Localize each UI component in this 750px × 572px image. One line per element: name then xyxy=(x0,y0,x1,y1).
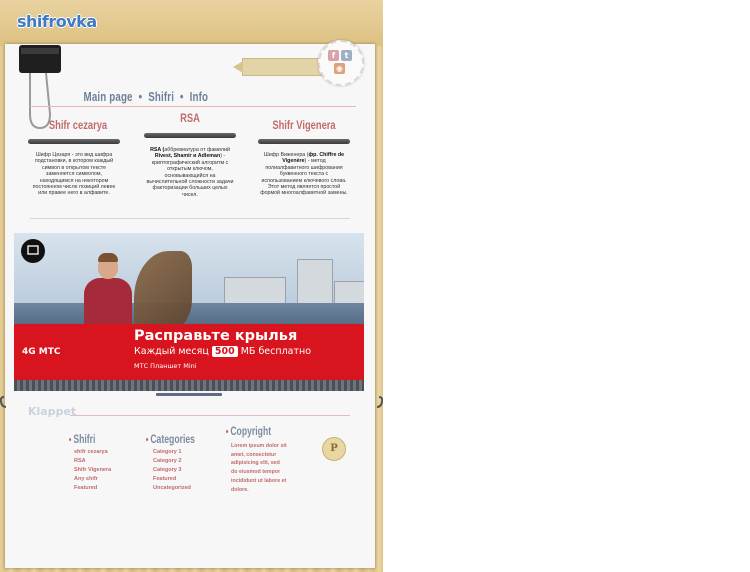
bullet-icon xyxy=(226,430,229,434)
ad-logo-icon xyxy=(21,239,45,263)
column-title-cezarya[interactable]: Shifr cezarya xyxy=(39,118,117,132)
vigenera-rest: ) - метод полиалфавитного шифрования бук… xyxy=(260,158,348,197)
rsa-rest: ) - криптографический алгоритм с открыты… xyxy=(146,153,234,198)
ad-brand: 4G МТС xyxy=(22,347,61,357)
rsa-names: Rivest, Shamir и Adleman xyxy=(154,153,221,160)
column-text-rsa: RSA (аббревиатура от фамилий Rivest, Sha… xyxy=(146,147,234,198)
column-bar xyxy=(144,133,236,138)
header-divider xyxy=(30,106,356,107)
nav-separator: • xyxy=(138,90,143,104)
column-bar xyxy=(28,139,120,144)
rss-icon[interactable]: ◉ xyxy=(334,63,345,74)
rsa-prefix: RSA ( xyxy=(150,147,165,153)
footer-copyright-text: Lorem ipsum dolor sit amet, consectetur … xyxy=(231,443,287,493)
column-title-vigenera[interactable]: Shifr Vigenera xyxy=(265,118,343,132)
footer-link[interactable]: Featured xyxy=(74,484,111,493)
ad-product: МТС Планшет Mini xyxy=(134,362,197,370)
footer-link[interactable]: Shifr Vigenera xyxy=(74,466,111,475)
footer-divider xyxy=(70,415,350,416)
footer-logo[interactable]: Klappet xyxy=(28,405,76,418)
nav-main-page[interactable]: Main page xyxy=(84,90,133,104)
footer-link[interactable]: Featured xyxy=(153,475,191,484)
vigenera-lang: фр. xyxy=(308,152,318,158)
rsa-abbr: аббревиатура от фамилий xyxy=(164,147,230,153)
facebook-icon[interactable]: f xyxy=(328,50,339,61)
ad-person-hair xyxy=(98,253,118,262)
footer-list-categories: Category 1 Category 2 Category 3 Feature… xyxy=(153,448,191,493)
ad-headline: Расправьте крылья xyxy=(134,328,298,344)
footer-link[interactable]: Any shifr xyxy=(74,475,111,484)
section-divider xyxy=(30,218,350,219)
column-text-vigenera: Шифр Виженера (фр. Chiffre de Vigenère) … xyxy=(260,152,348,197)
footer-link[interactable]: Category 2 xyxy=(153,457,191,466)
nav-separator: • xyxy=(180,90,184,104)
seal-icon: P xyxy=(322,437,346,461)
footer-link[interactable]: Category 1 xyxy=(153,448,191,457)
nav-info[interactable]: Info xyxy=(190,90,209,104)
footer-link[interactable]: Category 3 xyxy=(153,466,191,475)
nav-shifri[interactable]: Shifri xyxy=(148,90,174,104)
footer-title-categories: Categories xyxy=(146,432,195,446)
twitter-icon[interactable]: t xyxy=(341,50,352,61)
ad-sub-suffix: МБ бесплатно xyxy=(240,346,312,357)
footer-list-shifri: shifr cezarya RSA Shifr Vigenera Any shi… xyxy=(74,448,111,493)
column-text-cezarya: Шифр Цезаря - это вид шифра подстановки,… xyxy=(32,152,116,197)
footer-link[interactable]: RSA xyxy=(74,457,111,466)
header-ribbon xyxy=(233,58,324,76)
footer-link[interactable]: shifr cezarya xyxy=(74,448,111,457)
footer-link[interactable]: Uncategorized xyxy=(153,484,191,493)
ad-banner[interactable]: 4G МТС Расправьте крылья Каждый месяц 50… xyxy=(14,233,364,391)
bullet-icon xyxy=(146,438,149,442)
column-title-rsa[interactable]: RSA xyxy=(151,111,229,125)
ad-sub-number: 500 xyxy=(211,346,238,357)
vigenera-prefix: Шифр Виженера ( xyxy=(263,152,309,158)
ad-subline: Каждый месяц 500 МБ бесплатно xyxy=(134,346,311,357)
column-bar xyxy=(258,139,350,144)
footer-title-shifri: Shifri xyxy=(69,432,95,446)
ad-footer-strip xyxy=(14,380,364,391)
footer-title-copyright: Copyright xyxy=(226,424,271,438)
ad-sub-prefix: Каждый месяц xyxy=(134,346,209,357)
main-nav: Main page • Shifri • Info xyxy=(82,90,210,104)
site-logo[interactable]: shifrovka xyxy=(17,12,97,31)
bullet-icon xyxy=(69,438,72,442)
